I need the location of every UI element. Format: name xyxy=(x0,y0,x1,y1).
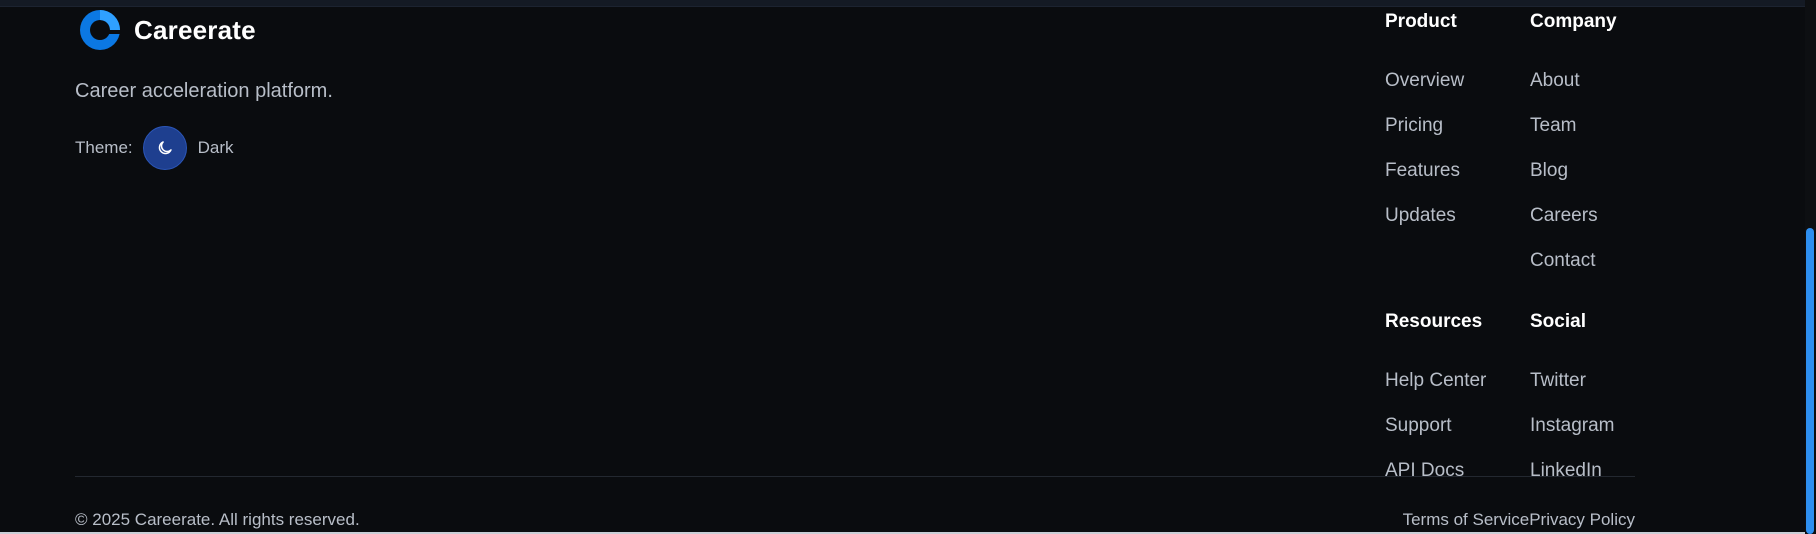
footer-link-about[interactable]: About xyxy=(1530,70,1580,91)
footer-link-careers[interactable]: Careers xyxy=(1530,205,1598,226)
footer-divider xyxy=(75,476,1635,477)
footer-column-social: Social Twitter Instagram LinkedIn xyxy=(1530,310,1614,481)
column-heading: Company xyxy=(1530,11,1617,32)
moon-icon xyxy=(158,141,172,155)
privacy-policy-link[interactable]: Privacy Policy xyxy=(1529,510,1635,530)
brand-link[interactable]: Careerate xyxy=(78,8,256,52)
footer-link-support[interactable]: Support xyxy=(1385,415,1452,436)
footer-link-features[interactable]: Features xyxy=(1385,160,1460,181)
column-heading: Product xyxy=(1385,11,1457,32)
brand-name: Careerate xyxy=(134,14,256,45)
footer-link-blog[interactable]: Blog xyxy=(1530,160,1568,181)
careerate-logo-icon xyxy=(80,10,120,50)
footer-link-twitter[interactable]: Twitter xyxy=(1530,370,1586,391)
theme-value: Dark xyxy=(197,138,234,157)
footer-link-instagram[interactable]: Instagram xyxy=(1530,415,1614,436)
footer-link-api-docs[interactable]: API Docs xyxy=(1385,460,1464,481)
footer-page: Careerate Career acceleration platform. … xyxy=(0,0,1816,534)
footer-link-help-center[interactable]: Help Center xyxy=(1385,370,1486,391)
terms-of-service-link[interactable]: Terms of Service xyxy=(1403,510,1530,530)
footer-column-company: Company About Team Blog Careers Contact xyxy=(1530,10,1617,271)
theme-label: Theme: xyxy=(75,138,133,157)
scrollbar-thumb[interactable] xyxy=(1806,228,1814,534)
theme-switcher: Theme: Dark xyxy=(75,126,234,170)
column-heading: Social xyxy=(1530,311,1586,332)
footer-link-pricing[interactable]: Pricing xyxy=(1385,115,1443,136)
theme-toggle-button[interactable] xyxy=(142,126,187,170)
footer-link-contact[interactable]: Contact xyxy=(1530,250,1595,271)
footer-column-resources: Resources Help Center Support API Docs xyxy=(1385,310,1486,481)
footer-link-team[interactable]: Team xyxy=(1530,115,1576,136)
column-heading: Resources xyxy=(1385,311,1483,332)
brand-tagline: Career acceleration platform. xyxy=(75,80,333,102)
copyright-text: © 2025 Careerate. All rights reserved. xyxy=(75,510,360,529)
footer-link-linkedin[interactable]: LinkedIn xyxy=(1530,460,1602,481)
footer-link-overview[interactable]: Overview xyxy=(1385,70,1464,91)
footer-column-product: Product Overview Pricing Features Update… xyxy=(1385,10,1464,226)
legal-links: Terms of Service Privacy Policy xyxy=(1403,510,1635,530)
footer-link-updates[interactable]: Updates xyxy=(1385,205,1456,226)
top-border xyxy=(0,0,1805,7)
